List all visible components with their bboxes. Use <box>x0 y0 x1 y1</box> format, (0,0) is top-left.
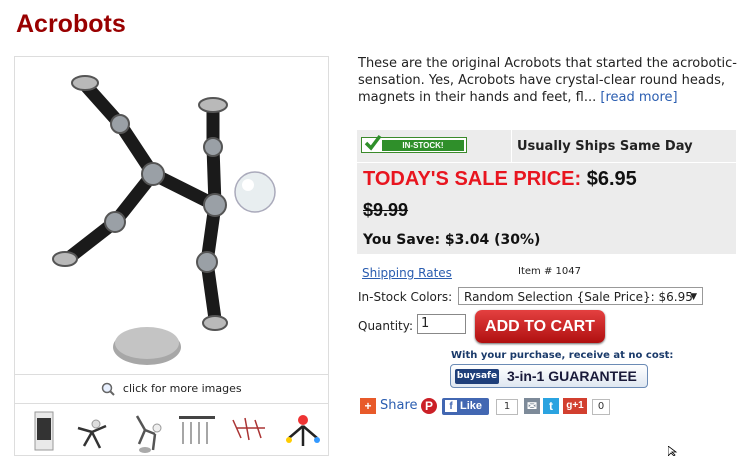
add-to-cart-button[interactable]: ADD TO CART <box>475 310 605 343</box>
more-images-text: click for more images <box>122 382 242 395</box>
thumbnail-5[interactable] <box>227 408 271 454</box>
shipping-rates-link[interactable]: Shipping Rates <box>362 266 452 280</box>
share-link[interactable]: Share <box>380 398 418 413</box>
ships-text: Usually Ships Same Day <box>517 139 693 154</box>
email-icon[interactable]: ✉ <box>524 398 540 414</box>
thumbnail-2[interactable] <box>70 408 114 454</box>
facebook-like-button[interactable]: f Like <box>442 398 489 415</box>
check-icon <box>364 134 382 151</box>
quantity-label: Quantity: <box>358 319 414 333</box>
buysafe-note: With your purchase, receive at no cost: <box>451 350 674 361</box>
sale-price-label: TODAY'S SALE PRICE: <box>363 168 582 190</box>
product-title: Acrobots <box>16 10 126 38</box>
quantity-input[interactable]: 1 <box>417 314 466 334</box>
sale-price: TODAY'S SALE PRICE: $6.95 <box>363 168 637 191</box>
colors-label: In-Stock Colors: <box>358 290 453 304</box>
more-images-link[interactable]: click for more images <box>15 374 328 403</box>
colors-select[interactable]: Random Selection {Sale Price}: $6.95 ▼ <box>458 287 703 305</box>
thumbnail-4[interactable] <box>175 408 219 454</box>
buysafe-guarantee-badge[interactable]: buysafe 3-in-1 GUARANTEE <box>450 364 648 388</box>
pinterest-icon[interactable]: P <box>421 398 437 414</box>
price-box: IN-STOCK! Usually Ships Same Day TODAY'S… <box>357 130 736 254</box>
item-number: Item # 1047 <box>518 266 581 277</box>
was-price: $9.99 <box>363 200 409 220</box>
you-save: You Save: $3.04 (30%) <box>363 232 541 248</box>
in-stock-text: IN-STOCK! <box>382 140 464 151</box>
guarantee-text: 3-in-1 GUARANTEE <box>507 368 637 384</box>
stock-row: IN-STOCK! Usually Ships Same Day <box>357 130 736 163</box>
thumbnail-3[interactable] <box>123 408 167 454</box>
product-image-box: click for more images <box>14 56 329 456</box>
colors-selected: Random Selection {Sale Price}: $6.95 <box>464 290 693 304</box>
product-main-image[interactable] <box>15 57 328 373</box>
share-icon[interactable]: + <box>360 398 376 414</box>
twitter-icon[interactable]: t <box>543 398 559 414</box>
facebook-icon: f <box>445 400 457 413</box>
buysafe-logo: buysafe <box>455 369 499 384</box>
mouse-cursor-icon <box>668 446 678 456</box>
thumbnail-strip <box>15 403 328 458</box>
gplus-count: 0 <box>592 399 610 415</box>
like-label: Like <box>460 400 483 412</box>
sale-price-value: $6.95 <box>586 168 637 190</box>
description-text: These are the original Acrobots that sta… <box>358 56 737 105</box>
product-description: These are the original Acrobots that sta… <box>358 55 738 106</box>
read-more-link[interactable]: [read more] <box>600 90 677 105</box>
thumbnail-6[interactable] <box>281 408 325 454</box>
in-stock-badge: IN-STOCK! <box>361 134 467 153</box>
gplus-button[interactable]: g+1 <box>563 398 587 414</box>
dropdown-arrow-icon: ▼ <box>690 292 697 302</box>
magnifier-icon <box>102 382 116 396</box>
thumbnail-1[interactable] <box>23 408 67 454</box>
stock-cell: IN-STOCK! <box>357 130 512 162</box>
like-count: 1 <box>496 399 518 415</box>
